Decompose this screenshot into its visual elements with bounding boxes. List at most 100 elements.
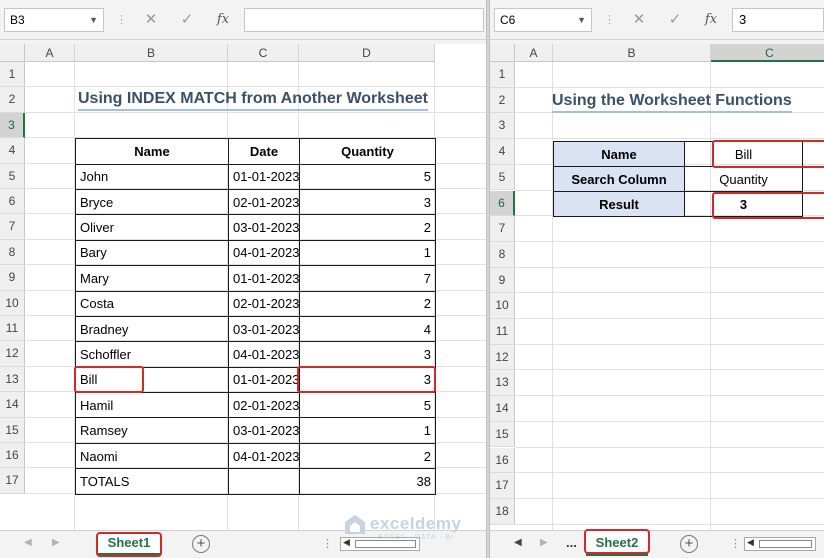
row-header-3[interactable]: 3 — [0, 112, 25, 139]
row-header-13[interactable]: 13 — [0, 366, 25, 393]
row-header-15[interactable]: 15 — [0, 417, 25, 443]
cell-quantity[interactable]: 2 — [299, 442, 436, 470]
sheet-tab-sheet1[interactable]: Sheet1 — [98, 531, 160, 556]
row-header-14[interactable]: 14 — [490, 396, 515, 422]
cell-quantity[interactable]: 2 — [299, 214, 436, 241]
row-header-5[interactable]: 5 — [0, 163, 25, 189]
cell-quantity[interactable]: 1 — [299, 417, 436, 444]
row-header-17[interactable]: 17 — [490, 473, 515, 499]
row-header-4[interactable]: 4 — [490, 139, 515, 165]
column-header-b[interactable]: B — [75, 44, 228, 62]
row-header-16[interactable]: 16 — [490, 447, 515, 474]
row-header-12[interactable]: 12 — [0, 341, 25, 367]
row-header-15[interactable]: 15 — [490, 421, 515, 448]
cancel-icon[interactable]: ✕ — [628, 8, 650, 32]
add-sheet-icon[interactable]: + — [192, 535, 210, 553]
row-header-3[interactable]: 3 — [490, 113, 515, 140]
scrollbar-thumb[interactable] — [759, 540, 812, 548]
row-header-7[interactable]: 7 — [490, 216, 515, 242]
column-header-a[interactable]: A — [25, 44, 75, 62]
row-header-4[interactable]: 4 — [0, 138, 25, 164]
row-header-18[interactable]: 18 — [490, 498, 515, 525]
cell-name[interactable]: Bradney — [75, 315, 229, 343]
row-header-2[interactable]: 2 — [0, 87, 25, 113]
totals-label[interactable]: TOTALS — [75, 468, 229, 495]
cell-quantity[interactable]: 2 — [299, 290, 436, 317]
row-header-10[interactable]: 10 — [0, 290, 25, 316]
row-header-10[interactable]: 10 — [490, 293, 515, 319]
chevron-down-icon[interactable]: ▼ — [89, 9, 98, 31]
cell-date[interactable]: 02-01-2023 — [228, 392, 300, 419]
sheet-tab-sheet2[interactable]: Sheet2 — [586, 531, 648, 556]
row-header-6[interactable]: 6 — [0, 189, 25, 215]
formula-input[interactable]: 3 — [732, 8, 824, 32]
row-header-1[interactable]: 1 — [490, 62, 515, 88]
row-header-7[interactable]: 7 — [0, 214, 25, 240]
column-header-b[interactable]: B — [553, 44, 711, 62]
add-sheet-icon[interactable]: + — [680, 535, 698, 553]
cell-date[interactable]: 02-01-2023 — [228, 188, 300, 216]
column-header-d[interactable]: D — [299, 44, 435, 62]
cancel-icon[interactable]: ✕ — [140, 8, 162, 32]
cell-quantity[interactable]: 3 — [299, 188, 436, 216]
cell-name[interactable]: Costa — [75, 290, 229, 317]
row-header-2[interactable]: 2 — [490, 87, 515, 114]
cell-quantity[interactable]: 1 — [299, 239, 436, 267]
row-header-12[interactable]: 12 — [490, 344, 515, 371]
name-box[interactable]: C6 ▼ — [494, 8, 592, 32]
cell-name[interactable]: Bary — [75, 239, 229, 267]
scroll-tabs-left-icon[interactable]: ◀ — [24, 537, 32, 548]
scroll-left-icon[interactable]: ◀ — [747, 537, 754, 548]
cell-quantity[interactable]: 3 — [299, 366, 436, 394]
formula-input[interactable] — [244, 8, 484, 32]
row-header-11[interactable]: 11 — [0, 316, 25, 342]
tab-splitter-icon[interactable]: ⋮ — [322, 537, 333, 550]
column-header-c[interactable]: C — [228, 44, 299, 62]
select-all-corner[interactable] — [490, 44, 515, 62]
row-header-8[interactable]: 8 — [490, 241, 515, 268]
select-all-corner[interactable] — [0, 44, 25, 62]
row-header-14[interactable]: 14 — [0, 392, 25, 418]
lookup-value-search-column[interactable]: Quantity — [684, 166, 803, 193]
name-box[interactable]: B3 ▼ — [4, 8, 104, 32]
cell-date[interactable]: 01-01-2023 — [228, 366, 300, 394]
row-header-9[interactable]: 9 — [0, 265, 25, 291]
enter-icon[interactable]: ✓ — [664, 8, 686, 32]
cell-date[interactable]: 04-01-2023 — [228, 442, 300, 470]
scroll-tabs-left-icon[interactable]: ◀ — [514, 537, 522, 548]
column-header-a[interactable]: A — [515, 44, 553, 62]
row-header-11[interactable]: 11 — [490, 319, 515, 345]
cell-quantity[interactable]: 5 — [299, 392, 436, 419]
cell-name[interactable]: Ramsey — [75, 417, 229, 444]
cell-quantity[interactable]: 3 — [299, 341, 436, 368]
row-header-6[interactable]: 6 — [490, 190, 515, 217]
row-header-16[interactable]: 16 — [0, 443, 25, 469]
insert-function-icon[interactable]: fx — [700, 8, 722, 32]
cell-date[interactable]: 04-01-2023 — [228, 341, 300, 368]
cell-name[interactable]: John — [75, 163, 229, 190]
cell-date[interactable]: 02-01-2023 — [228, 290, 300, 317]
cell-name[interactable]: Oliver — [75, 214, 229, 241]
scroll-tabs-right-icon[interactable]: ▶ — [52, 537, 60, 548]
cell-date[interactable]: 04-01-2023 — [228, 239, 300, 267]
cell-date[interactable]: 01-01-2023 — [228, 265, 300, 292]
horizontal-scrollbar[interactable]: ◀ — [340, 537, 420, 551]
cell-name[interactable]: Bryce — [75, 188, 229, 216]
cell-name[interactable]: Hamil — [75, 392, 229, 419]
enter-icon[interactable]: ✓ — [176, 8, 198, 32]
scroll-tabs-right-icon[interactable]: ▶ — [540, 537, 548, 548]
scrollbar-thumb[interactable] — [355, 540, 416, 548]
insert-function-icon[interactable]: fx — [212, 8, 234, 32]
chevron-down-icon[interactable]: ▼ — [577, 9, 586, 31]
cell-quantity[interactable]: 4 — [299, 315, 436, 343]
cell-name[interactable]: Naomi — [75, 442, 229, 470]
cell-date[interactable]: 01-01-2023 — [228, 163, 300, 190]
row-header-17[interactable]: 17 — [0, 468, 25, 494]
tab-splitter-icon[interactable]: ⋮ — [730, 537, 741, 550]
scroll-left-icon[interactable]: ◀ — [343, 537, 350, 548]
row-header-5[interactable]: 5 — [490, 164, 515, 191]
lookup-value-result[interactable]: 3 — [684, 191, 803, 218]
row-header-9[interactable]: 9 — [490, 267, 515, 294]
row-header-1[interactable]: 1 — [0, 62, 25, 88]
column-header-c[interactable]: C — [711, 44, 824, 62]
